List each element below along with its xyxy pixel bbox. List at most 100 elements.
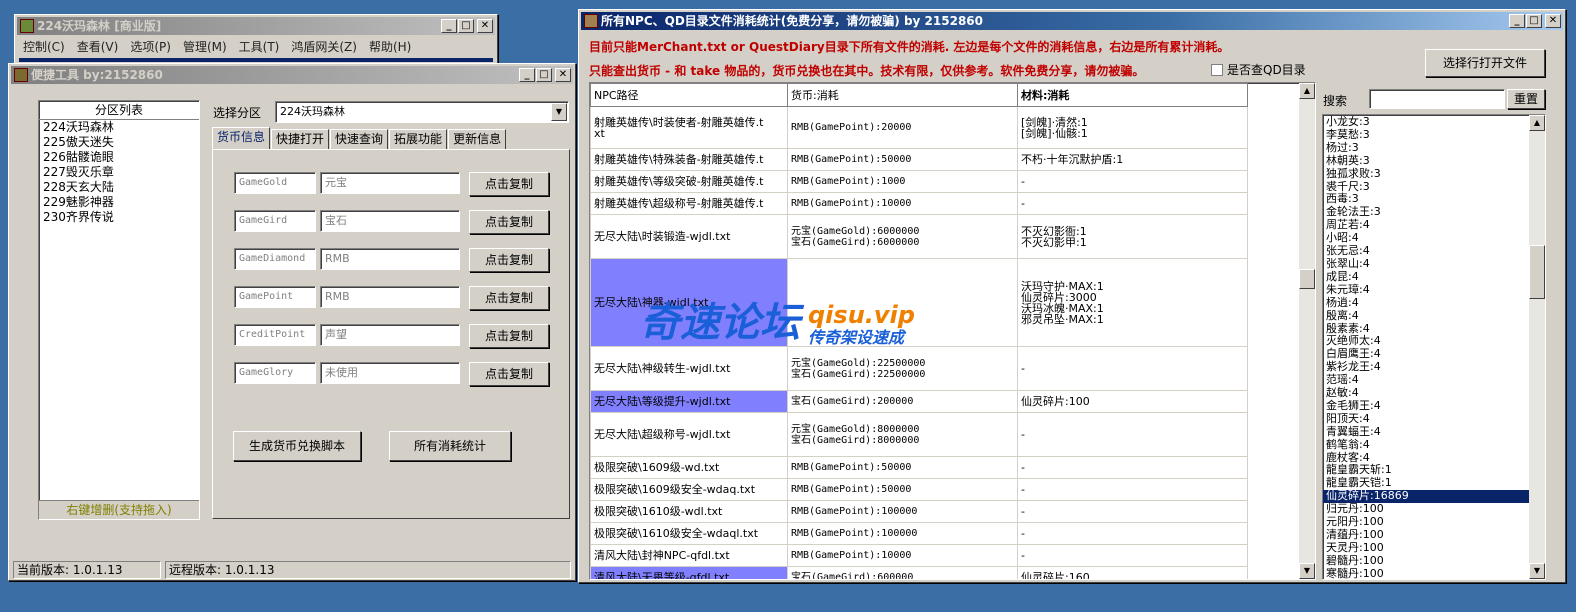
table-header[interactable]: NPC路径	[590, 83, 788, 107]
totals-list-item[interactable]: 张翠山:4	[1323, 257, 1545, 271]
partition-list-item[interactable]: 227毁灭乐章	[39, 165, 199, 180]
open-file-button[interactable]: 选择行打开文件	[1425, 49, 1545, 77]
tool-window-titlebar[interactable]: 便捷工具 by:2152860 _ □ ✕	[11, 66, 573, 84]
totals-list-item[interactable]: 阳顶天:4	[1323, 412, 1545, 426]
currency-code-field[interactable]: GameGlory	[234, 362, 316, 384]
partition-list-item[interactable]: 228天玄大陆	[39, 180, 199, 195]
partition-list[interactable]: 分区列表 224沃玛森林 225傲天迷失 226骷髅诡眼 227毁灭乐章 228天玄大陆…	[38, 100, 200, 520]
totals-scrollbar[interactable]: ▲ ▼	[1529, 115, 1545, 579]
currency-name-field[interactable]: RMB	[320, 248, 460, 270]
currency-code-field[interactable]: GameGird	[234, 210, 316, 232]
table-row[interactable]: 射雕英雄传\时装使者-射雕英雄传.t xt RMB(GamePoint):20000…	[590, 106, 1248, 149]
partition-list-item[interactable]: 224沃玛森林	[39, 120, 199, 135]
table-header[interactable]: 货币:消耗	[787, 83, 1018, 107]
table-row[interactable]: 射雕英雄传\超级称号-射雕英雄传.t RMB(GamePoint):10000 -	[590, 192, 1248, 215]
currency-name-field[interactable]: 未使用	[320, 362, 460, 384]
partition-select[interactable]: 224沃玛森林 ▼	[275, 101, 569, 123]
menu-item[interactable]: 查看(V)	[71, 38, 125, 55]
currency-code-field[interactable]: GamePoint	[234, 286, 316, 308]
table-row[interactable]: 极限突破\1609级-wd.txt RMB(GamePoint):50000 -	[590, 456, 1248, 479]
totals-list-item[interactable]: 金毛狮王:4	[1323, 399, 1545, 413]
table-row[interactable]: 极限突破\1609级安全-wdaq.txt RMB(GamePoint):5000…	[590, 478, 1248, 501]
totals-list-item[interactable]: 清蕴丹:100	[1323, 528, 1545, 542]
maximize-icon[interactable]: □	[1526, 14, 1542, 28]
totals-list-item[interactable]: 独孤求败:3	[1323, 167, 1545, 181]
totals-list-item[interactable]: 朱元璋:4	[1323, 283, 1545, 297]
scroll-down-icon[interactable]: ▼	[1299, 563, 1315, 579]
table-row[interactable]: 无尽大陆\神级转生-wjdl.txt 元宝(GameGold):22500000 宝…	[590, 346, 1248, 391]
totals-list-item[interactable]: 赵敏:4	[1323, 386, 1545, 400]
close-icon[interactable]: ✕	[555, 68, 571, 82]
menu-item[interactable]: 帮助(H)	[363, 38, 417, 55]
table-header[interactable]: 材料:消耗	[1017, 83, 1248, 107]
scroll-up-icon[interactable]: ▲	[1299, 83, 1315, 99]
scroll-thumb[interactable]	[1529, 245, 1545, 299]
all-stats-button[interactable]: 所有消耗统计	[389, 431, 511, 461]
reset-button[interactable]: 重置	[1507, 89, 1545, 109]
partition-list-item[interactable]: 230齐界传说	[39, 210, 199, 225]
table-scrollbar[interactable]: ▲ ▼	[1299, 83, 1315, 579]
totals-list-item[interactable]: 杨过:3	[1323, 141, 1545, 155]
scroll-thumb[interactable]	[1299, 269, 1315, 289]
table-row[interactable]: 射雕英雄传\特殊装备-射雕英雄传.t RMB(GamePoint):50000 不朽…	[590, 148, 1248, 171]
table-row[interactable]: 极限突破\1610级-wdl.txt RMB(GamePoint):100000 -	[590, 500, 1248, 523]
copy-button[interactable]: 点击复制	[469, 248, 549, 272]
table-row[interactable]: 极限突破\1610级安全-wdaql.txt RMB(GamePoint):100…	[590, 522, 1248, 545]
menu-item[interactable]: 选项(P)	[124, 38, 177, 55]
table-row[interactable]: 无尽大陆\超级称号-wjdl.txt 元宝(GameGold):8000000 宝石…	[590, 412, 1248, 457]
qd-checkbox[interactable]: 是否查QD目录	[1211, 61, 1306, 78]
totals-list-item[interactable]: 成昆:4	[1323, 270, 1545, 284]
totals-list[interactable]: 小龙女:3 李莫愁:3 杨过:3 林朝英:3 独孤求败:3 裘千尺:3 西毒:3 金轮法王:3…	[1322, 114, 1546, 580]
totals-list-item[interactable]: 林朝英:3	[1323, 154, 1545, 168]
partition-list-footer[interactable]: 右键增删(支持拖入)	[39, 500, 199, 519]
tab-item[interactable]: 更新信息	[448, 129, 507, 149]
menu-item[interactable]: 管理(M)	[177, 38, 233, 55]
copy-button[interactable]: 点击复制	[469, 210, 549, 234]
menu-item[interactable]: 鸿盾网关(Z)	[285, 38, 363, 55]
totals-list-item[interactable]: 小龙女:3	[1323, 115, 1545, 129]
totals-list-item[interactable]: 殷离:4	[1323, 309, 1545, 323]
chevron-down-icon[interactable]: ▼	[551, 103, 567, 121]
copy-button[interactable]: 点击复制	[469, 286, 549, 310]
close-icon[interactable]: ✕	[1545, 14, 1561, 28]
table-row[interactable]: 清风大陆\封神NPC-qfdl.txt RMB(GamePoint):10000 -	[590, 544, 1248, 567]
currency-code-field[interactable]: GameDiamond	[234, 248, 316, 270]
totals-list-item[interactable]: 寒髓丹:100	[1323, 567, 1545, 579]
stats-window-titlebar[interactable]: 所有NPC、QD目录文件消耗统计(免费分享，请勿被骗) by 2152860 _…	[581, 12, 1563, 30]
partition-list-item[interactable]: 229魅影神器	[39, 195, 199, 210]
stats-table-container[interactable]: NPC路径 货币:消耗 材料:消耗 射雕英雄传\时装使者-射雕英雄传.t xt RMB(…	[589, 82, 1316, 580]
currency-name-field[interactable]: RMB	[320, 286, 460, 308]
table-row[interactable]: 无尽大陆\等级提升-wjdl.txt 宝石(GameGird):200000 仙灵碎…	[590, 390, 1248, 413]
totals-list-item[interactable]: 碧髓丹:100	[1323, 554, 1545, 568]
totals-list-item[interactable]: 青翼蝠王:4	[1323, 425, 1545, 439]
currency-name-field[interactable]: 元宝	[320, 172, 460, 194]
table-row[interactable]: 清风大陆\无畏等级-qfdl.txt 宝石(GameGird):600000 仙灵碎…	[590, 566, 1248, 579]
checkbox-icon[interactable]	[1211, 63, 1223, 76]
tab-item[interactable]: 货币信息	[212, 127, 271, 149]
totals-list-item[interactable]: 李莫愁:3	[1323, 128, 1545, 142]
tab-item[interactable]: 快捷打开	[271, 129, 330, 149]
copy-button[interactable]: 点击复制	[469, 172, 549, 196]
minimize-icon[interactable]: _	[1509, 14, 1525, 28]
partition-list-item[interactable]: 226骷髅诡眼	[39, 150, 199, 165]
copy-button[interactable]: 点击复制	[469, 362, 549, 386]
scroll-down-icon[interactable]: ▼	[1529, 563, 1545, 579]
currency-code-field[interactable]: GameGold	[234, 172, 316, 194]
generate-script-button[interactable]: 生成货币兑换脚本	[233, 431, 361, 461]
currency-code-field[interactable]: CreditPoint	[234, 324, 316, 346]
minimize-icon[interactable]: _	[519, 68, 535, 82]
currency-name-field[interactable]: 声望	[320, 324, 460, 346]
maximize-icon[interactable]: □	[536, 68, 552, 82]
close-icon[interactable]: ✕	[477, 19, 493, 33]
scroll-up-icon[interactable]: ▲	[1529, 115, 1545, 131]
search-input[interactable]	[1369, 89, 1505, 109]
currency-name-field[interactable]: 宝石	[320, 210, 460, 232]
table-row[interactable]: 射雕英雄传\等级突破-射雕英雄传.t RMB(GamePoint):1000 -	[590, 170, 1248, 193]
totals-list-item[interactable]: 杨逍:4	[1323, 296, 1545, 310]
main-window-titlebar[interactable]: 224沃玛森林 [商业版] _ □ ✕	[17, 17, 495, 35]
totals-list-item[interactable]: 鹤笔翁:4	[1323, 438, 1545, 452]
table-row[interactable]: 无尽大陆\时装锻造-wjdl.txt 元宝(GameGold):6000000 宝石…	[590, 214, 1248, 259]
menu-item[interactable]: 工具(T)	[233, 38, 286, 55]
table-row[interactable]: 无尽大陆\神器-wjdl.txt 沃玛守护·MAX:1 仙灵碎片:3000 沃玛冰魄·…	[590, 258, 1248, 347]
totals-list-item[interactable]: 天灵丹:100	[1323, 541, 1545, 555]
